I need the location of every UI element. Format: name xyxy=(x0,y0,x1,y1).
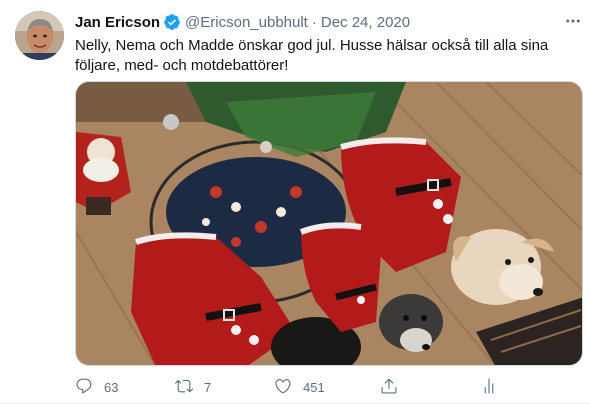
retweet-count: 7 xyxy=(204,379,212,395)
like-count: 451 xyxy=(303,379,325,395)
analytics-button[interactable] xyxy=(480,376,498,398)
retweet-button[interactable]: 7 xyxy=(175,376,211,398)
tweet[interactable]: Jan Ericson @Ericson_ubbhult · Dec 24, 2… xyxy=(0,0,590,404)
analytics-icon xyxy=(480,377,498,398)
avatar[interactable] xyxy=(15,11,64,60)
reply-count: 63 xyxy=(104,379,119,395)
author-name[interactable]: Jan Ericson xyxy=(75,14,160,31)
more-options-icon[interactable] xyxy=(563,11,583,31)
separator-dot: · xyxy=(311,13,317,31)
tweet-date[interactable]: Dec 24, 2020 xyxy=(321,14,410,31)
author-handle[interactable]: @Ericson_ubbhult xyxy=(185,14,308,31)
tweet-text-line: följare, med- och motdebattörer! xyxy=(75,57,289,74)
share-button[interactable] xyxy=(380,376,398,398)
retweet-icon xyxy=(175,377,193,398)
share-icon xyxy=(380,377,398,398)
reply-icon xyxy=(75,377,93,398)
tweet-header: Jan Ericson @Ericson_ubbhult · Dec 24, 2… xyxy=(75,12,410,32)
tweet-actions: 63 7 451 xyxy=(75,376,583,398)
verified-badge-icon xyxy=(163,13,181,31)
heart-icon xyxy=(274,377,292,398)
reply-button[interactable]: 63 xyxy=(75,376,118,398)
tweet-photo[interactable] xyxy=(75,81,583,366)
tweet-text-line: Nelly, Nema och Madde önskar god jul. Hu… xyxy=(75,37,549,54)
tweet-text: Nelly, Nema och Madde önskar god jul. Hu… xyxy=(75,36,575,76)
like-button[interactable]: 451 xyxy=(274,376,325,398)
